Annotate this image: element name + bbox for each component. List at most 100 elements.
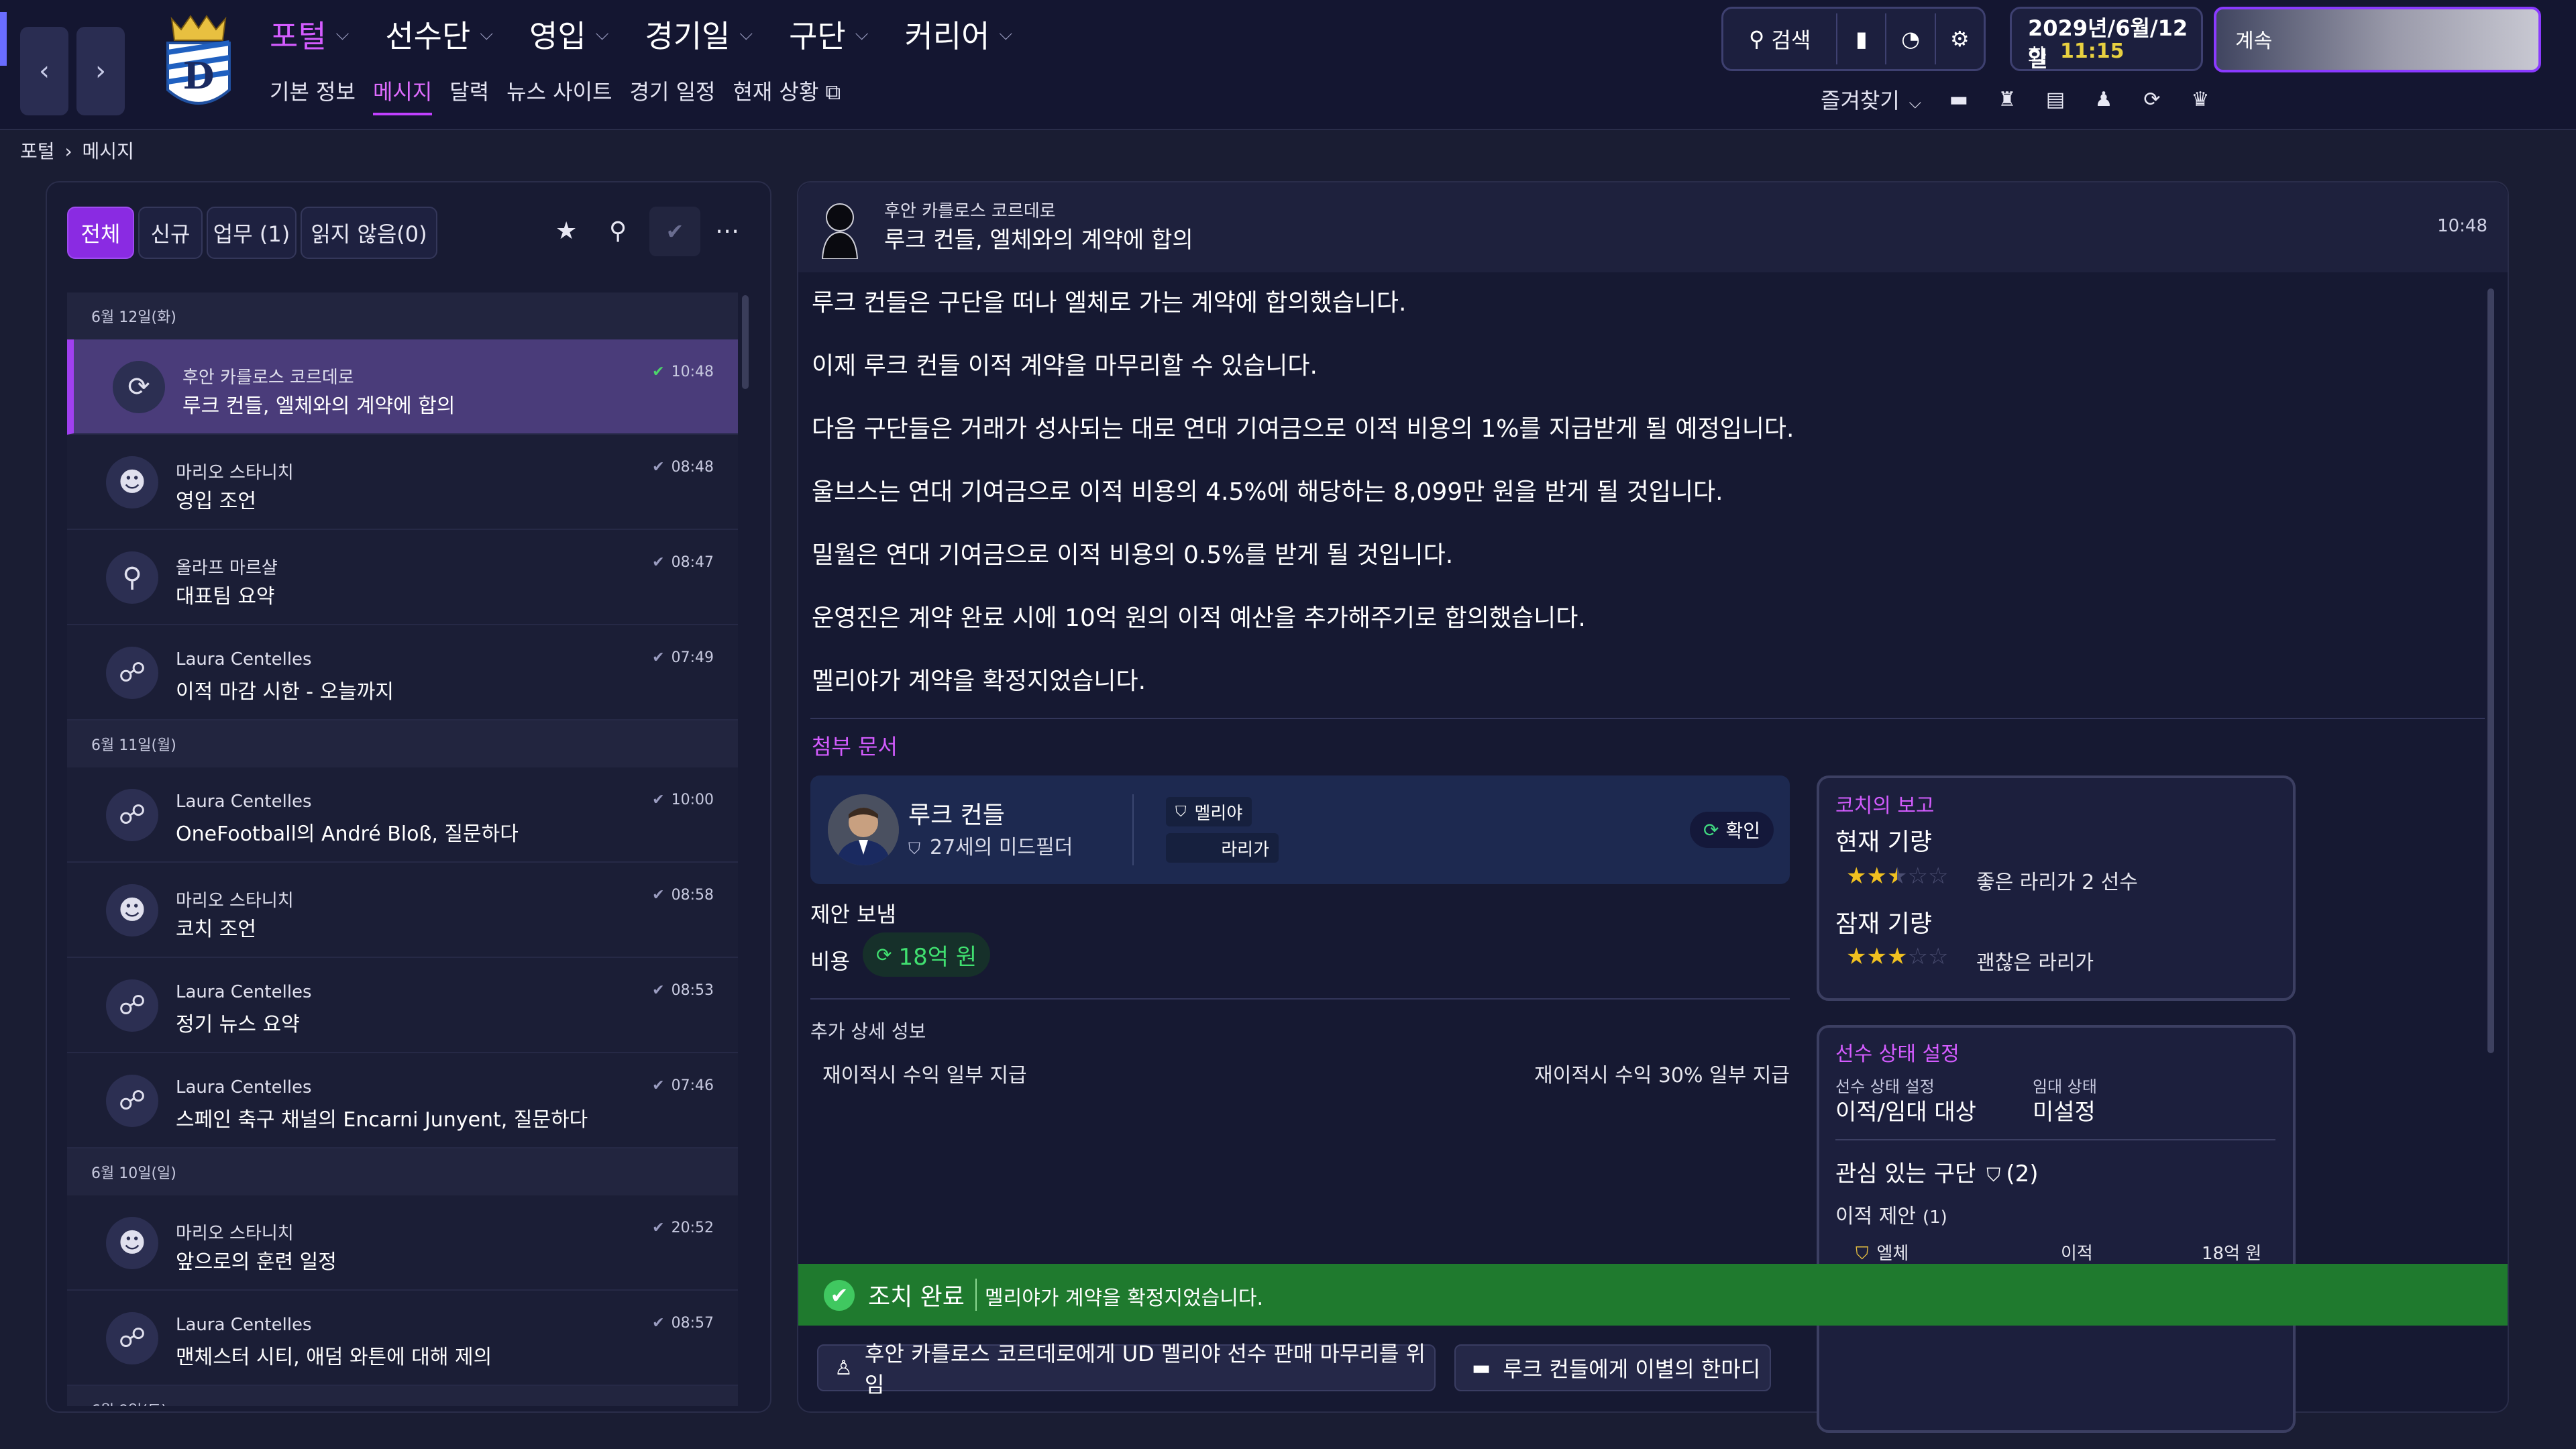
body-paragraph: 운영진은 계약 완료 시에 10억 원의 이적 예산을 추가해주기로 합의했습니… [812,604,1586,632]
message-row[interactable]: ☻ 마리오 스타니치 코치 조언 ✔ 08:58 [67,863,738,958]
message-subject: 정기 뉴스 요약 [176,1013,300,1036]
message-subject: OneFootball의 André Bloß, 질문하다 [176,822,519,846]
search-button[interactable]: ⚲ 검색 [1723,13,1838,64]
star-icon: ☆ [1907,863,1928,890]
detail-scrollbar[interactable] [2487,288,2494,1053]
club-badge[interactable]: ⛉ 멜리야 [1166,797,1252,826]
done-text: 멜리야가 계약을 확정지었습니다. [985,1287,1264,1310]
search-icon[interactable]: ⚲ [609,217,627,245]
chevron-down-icon: ⌵ [595,23,609,44]
coach-report-title: 코치의 보고 [1835,794,1935,818]
message-row[interactable]: ⚲ 올라프 마르샬 대표팀 요약 ✔ 08:47 [67,530,738,625]
message-time: ✔ 10:48 [652,364,714,380]
breadcrumb-home[interactable]: 포털 [20,140,55,162]
divider [810,718,2485,719]
help-button[interactable]: ◔ [1886,13,1936,64]
notebook-button[interactable]: ▮ [1837,13,1887,64]
player-name[interactable]: 루크 컨들 [908,796,1005,830]
settings-button[interactable]: ⚙ [1936,13,1984,64]
body-paragraph: 울브스는 연대 기여금으로 이적 비용의 4.5%에 해당하는 8,099만 원… [812,478,1723,506]
subnav-news[interactable]: 뉴스 사이트 [506,75,612,115]
message-row[interactable]: ☍ Laura Centelles OneFootball의 André Bloß,… [67,767,738,863]
read-check-icon: ✔ [652,1077,665,1094]
read-check-icon: ✔ [652,1220,665,1236]
nav-career[interactable]: 커리어 ⌵ [904,12,1012,56]
message-row[interactable]: ☍ Laura Centelles 맨체스터 시티, 애덤 와튼에 대해 제의 ✔ 08… [67,1291,738,1386]
current-ability-desc: 좋은 라리가 2 선수 [1976,871,2138,894]
message-sender: 후안 카를로스 코르데로 [884,201,1056,221]
inbox-list-panel: 전체 신규 업무 (1) 읽지 않음(0) ★ ⚲ ✔ ⋯ 6월 12일(화) ⟳… [46,181,771,1413]
message-row[interactable]: ☍ Laura Centelles 이적 마감 시한 - 오늘까지 ✔ 07:49 [67,625,738,720]
offer-row-club: ⛉ 엘체 [1856,1244,1909,1264]
nav-squad[interactable]: 선수단 ⌵ [385,12,493,56]
chevron-down-icon: ⌵ [739,23,753,44]
media-icon: ☍ [106,789,158,841]
filter-tab-unread[interactable]: 읽지 않음(0) [301,207,437,259]
staff-icon[interactable]: ♟ [2080,88,2128,111]
continue-button[interactable]: 계속 [2214,7,2541,72]
nav-portal[interactable]: 포털 ⌵ [270,12,349,56]
player-card[interactable]: 루크 컨들 ⛉ 27세의 미드필더 ⛉ 멜리야 라리가 ⟳ 확인 [810,775,1790,884]
forward-button[interactable]: › [76,27,125,115]
message-row[interactable]: ☻ 마리오 스타니치 앞으로의 훈련 일정 ✔ 20:52 [67,1195,738,1291]
offer-row-type: 이적 [2061,1244,2093,1264]
mark-read-button[interactable]: ✔ [649,207,700,256]
action-complete-banner: ✔ 조치 완료 멜리야가 계약을 확정지었습니다. [798,1264,2508,1326]
transfer-icon[interactable]: ⟳ [2128,88,2176,111]
coach-report-card[interactable]: 코치의 보고 현재 기량 ★★★☆☆ 좋은 라리가 2 선수 잠재 기량 ★★★… [1817,775,2296,1001]
potential-ability-stars: ★★★☆☆ [1846,943,1948,970]
subnav-inbox[interactable]: 메시지 [372,75,433,115]
chat-icon[interactable]: ▬ [1935,88,1983,111]
message-time: ✔ 20:52 [652,1220,714,1236]
current-ability-stars: ★★★☆☆ [1846,863,1948,890]
kit-icon[interactable]: ♜ [1983,88,2031,111]
subnav-status[interactable]: 현재 상황 ⧉ [733,75,841,115]
favorites-dropdown[interactable]: 즐겨찾기 ⌵ [1821,84,1921,115]
nav-matchday[interactable]: 경기일 ⌵ [645,12,753,56]
league-badge[interactable]: 라리가 [1166,833,1279,863]
star-icon: ★ [1846,943,1867,970]
gear-icon: ⚙ [1950,26,1970,52]
tactics-board-icon[interactable]: ▤ [2031,88,2080,111]
date-group-header: 6월 11일(월) [67,720,738,767]
filter-tab-new[interactable]: 신규 [138,207,203,259]
message-subject: 루크 컨들, 엘체와의 계약에 합의 [182,394,455,418]
loan-value[interactable]: 미설정 [2033,1093,2096,1126]
back-button[interactable]: ‹ [20,27,68,115]
message-row[interactable]: ☻ 마리오 스타니치 영입 조언 ✔ 08:48 [67,435,738,530]
potential-ability-label: 잠재 기량 [1835,910,1932,938]
message-row[interactable]: ☍ Laura Centelles 정기 뉴스 요약 ✔ 08:53 [67,958,738,1053]
message-sender: Laura Centelles [176,792,312,812]
message-time: ✔ 08:57 [652,1315,714,1332]
staff-icon: ☻ [106,1217,158,1269]
subnav-calendar[interactable]: 달력 [449,75,489,115]
interested-clubs[interactable]: 관심 있는 구단 ⛉ (2) [1835,1155,2038,1188]
subnav-overview[interactable]: 기본 정보 [270,75,356,115]
date-display[interactable]: 2029년/6월/12일 화 11:15 [2010,7,2203,72]
list-scrollbar[interactable] [742,295,749,389]
player-status-card[interactable]: 선수 상태 설정 선수 상태 설정 이적/임대 대상 임대 상태 미설정 관심 … [1817,1025,2296,1433]
nav-club[interactable]: 구단 ⌵ [789,12,868,56]
message-time: ✔ 08:48 [652,459,714,476]
star-icon: ☆ [1927,863,1949,890]
filter-tab-tasks[interactable]: 업무 (1) [207,207,297,259]
subnav-fixtures[interactable]: 경기 일정 [630,75,716,115]
star-icon[interactable]: ★ [555,217,577,245]
nav-recruitment[interactable]: 영입 ⌵ [529,12,608,56]
status-value[interactable]: 이적/임대 대상 [1835,1093,1976,1126]
transfer-offers[interactable]: 이적 제안 (1) [1835,1199,1947,1229]
farewell-button[interactable]: ▬ 루크 컨들에게 이별의 한마디 [1454,1344,1771,1391]
chevron-right-icon: › [95,56,106,87]
message-row[interactable]: ⟳ 후안 카를로스 코르데로 루크 컨들, 엘체와의 계약에 합의 ✔ 10:48 [67,339,738,435]
trophy-icon[interactable]: ♛ [2176,88,2224,111]
message-row[interactable]: ☍ Laura Centelles 스페인 축구 채널의 Encarni Junye… [67,1053,738,1148]
filter-tab-all[interactable]: 전체 [67,207,134,259]
delegate-button[interactable]: ♙ 후안 카를로스 코르데로에게 UD 멜리야 선수 판매 마무리를 위임 [817,1341,1436,1397]
message-subject: 맨체스터 시티, 애덤 와튼에 대해 제의 [176,1346,492,1369]
confirm-button[interactable]: ⟳ 확인 [1690,812,1774,848]
divider [1835,1139,2275,1140]
body-paragraph: 밀월은 연대 기여금으로 이적 비용의 0.5%를 받게 될 것입니다. [812,541,1454,569]
more-icon[interactable]: ⋯ [715,217,739,245]
club-crest[interactable]: D [158,9,239,117]
media-icon: ☍ [106,979,158,1032]
